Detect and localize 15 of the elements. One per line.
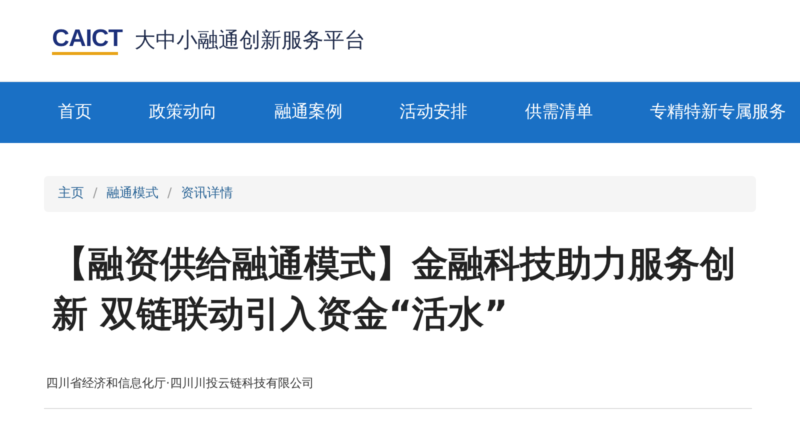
nav-link[interactable]: 政策动向 — [149, 100, 218, 126]
article-source: 四川省经济和信息化厅·四川川投云链科技有限公司 — [45, 375, 315, 392]
breadcrumb-link[interactable]: 主页 — [58, 184, 84, 204]
nav-link[interactable]: 供需清单 — [524, 100, 593, 126]
nav-link[interactable]: 首页 — [58, 100, 92, 126]
site-title: 大中小融通创新服务平台 — [134, 26, 366, 54]
nav-link[interactable]: 活动安排 — [400, 100, 468, 126]
nav-link[interactable]: 专精特新专属服务 — [650, 100, 786, 126]
logo: CAICT — [52, 26, 122, 54]
nav-link[interactable]: 融通案例 — [274, 100, 342, 126]
breadcrumb-current: 资讯详情 — [180, 185, 233, 204]
breadcrumb-separator: / — [167, 185, 172, 204]
breadcrumb-link[interactable]: 融通模式 — [106, 184, 158, 204]
breadcrumb-separator: / — [93, 185, 98, 204]
article-title: 【融资供给融通模式】金融科技助力服务创新 双链联动引入资金“活水” — [50, 243, 737, 337]
